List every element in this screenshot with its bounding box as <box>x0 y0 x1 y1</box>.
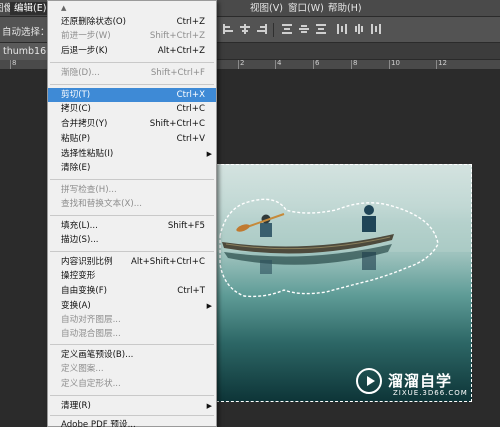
ruler-tick <box>275 60 276 69</box>
menu-item-undo[interactable]: 还原删除状态(O) Ctrl+Z <box>48 15 216 29</box>
menu-divider <box>50 415 214 416</box>
document-tab[interactable]: thumb16(1) <box>0 43 50 60</box>
menu-view[interactable]: 视图(V) <box>246 2 287 15</box>
ruler-tick <box>10 60 11 69</box>
distribute-horizontal-centers-icon[interactable] <box>352 22 366 36</box>
menu-divider <box>50 344 214 345</box>
menu-item-clear[interactable]: 清除(E) <box>48 161 216 175</box>
ruler-tick <box>436 60 437 69</box>
menu-item-adobe-pdf-presets[interactable]: Adobe PDF 预设... <box>48 418 216 427</box>
menu-item-puppet-warp[interactable]: 操控变形 <box>48 269 216 283</box>
menu-item-stroke[interactable]: 描边(S)... <box>48 233 216 247</box>
distribute-right-icon[interactable] <box>369 22 383 36</box>
menu-item-check-spelling: 拼写检查(H)... <box>61 185 117 195</box>
menu-item-define-brush[interactable]: 定义画笔预设(B)... <box>48 348 216 362</box>
menu-item-step-forward: 前进一步(W) Shift+Ctrl+Z <box>61 31 205 41</box>
ruler-label: 10 <box>391 60 400 67</box>
watermark-url: ZIXUE.3D66.COM <box>393 389 468 397</box>
menu-item-paste-special[interactable]: 选择性粘贴(I) ▶ <box>48 147 216 161</box>
canvas-image[interactable] <box>216 164 472 402</box>
menu-item-step-backward[interactable]: 后退一步(K) Alt+Ctrl+Z <box>48 44 216 58</box>
menu-divider <box>50 179 214 180</box>
menu-item-purge[interactable]: 清理(R) ▶ <box>48 399 216 413</box>
menu-item-fill[interactable]: 填充(L)... Shift+F5 <box>48 219 216 233</box>
menu-item-transform[interactable]: 变换(A) ▶ <box>48 299 216 313</box>
watermark-title: 溜溜自学 <box>388 372 453 390</box>
lake-canoe-illustration <box>216 198 472 298</box>
edit-menu: ▲ 还原删除状态(O) Ctrl+Z 前进一步(W) Shift+Ctrl+Z … <box>47 0 217 427</box>
ruler-label: 2 <box>240 60 245 67</box>
menu-item-auto-align-layers: 自动对齐图层... <box>61 315 121 325</box>
menu-item-copy[interactable]: 拷贝(C) Ctrl+C <box>48 102 216 116</box>
auto-select-label: 自动选择： <box>2 27 50 38</box>
distribute-top-icon[interactable] <box>280 22 294 36</box>
menu-item-content-aware-scale[interactable]: 内容识别比例 Alt+Shift+Ctrl+C <box>48 255 216 269</box>
menu-divider <box>50 215 214 216</box>
menu-item-find-replace: 查找和替换文本(X)... <box>61 199 142 209</box>
menu-item-define-custom-shape: 定义自定形状... <box>61 379 121 389</box>
menu-item-cut[interactable]: 剪切(T) Ctrl+X <box>48 88 216 102</box>
submenu-arrow-icon: ▶ <box>206 150 212 158</box>
ruler-label: 12 <box>438 60 447 67</box>
menu-item-paste[interactable]: 粘贴(P) Ctrl+V <box>48 132 216 146</box>
menu-item-fade: 渐隐(D)... Shift+Ctrl+F <box>61 68 205 78</box>
menu-item-define-pattern: 定义图案... <box>61 364 104 374</box>
menu-item-auto-blend-layers: 自动混合图层... <box>61 329 121 339</box>
ruler-label: 4 <box>277 60 282 67</box>
menu-item-free-transform[interactable]: 自由变换(F) Ctrl+T <box>48 284 216 298</box>
menu-divider <box>50 395 214 396</box>
ruler-tick <box>351 60 352 69</box>
submenu-arrow-icon: ▶ <box>206 402 212 410</box>
distribute-bottom-icon[interactable] <box>314 22 328 36</box>
menu-window[interactable]: 窗口(W) <box>284 2 328 15</box>
ruler-tick <box>313 60 314 69</box>
distribute-left-icon[interactable] <box>335 22 349 36</box>
divider <box>273 23 274 37</box>
menu-help[interactable]: 帮助(H) <box>324 2 366 15</box>
menu-divider <box>50 84 214 85</box>
menu-edit[interactable]: 编辑(E) <box>10 2 51 15</box>
ruler-tick <box>389 60 390 69</box>
watermark-logo-icon <box>356 368 382 394</box>
ruler-label: 8 <box>12 60 17 67</box>
ruler-tick <box>238 60 239 69</box>
distribute-vertical-centers-icon[interactable] <box>297 22 311 36</box>
submenu-arrow-icon: ▶ <box>206 302 212 310</box>
scroll-up-arrow-icon[interactable]: ▲ <box>61 4 66 12</box>
ruler-label: 8 <box>353 60 358 67</box>
menu-divider <box>50 251 214 252</box>
align-left-edges-icon[interactable] <box>221 22 235 36</box>
align-right-edges-icon[interactable] <box>255 22 269 36</box>
align-horizontal-centers-icon[interactable] <box>238 22 252 36</box>
menu-divider <box>50 62 214 63</box>
ruler-label: 6 <box>315 60 320 67</box>
menu-item-copy-merged[interactable]: 合并拷贝(Y) Shift+Ctrl+C <box>48 117 216 131</box>
